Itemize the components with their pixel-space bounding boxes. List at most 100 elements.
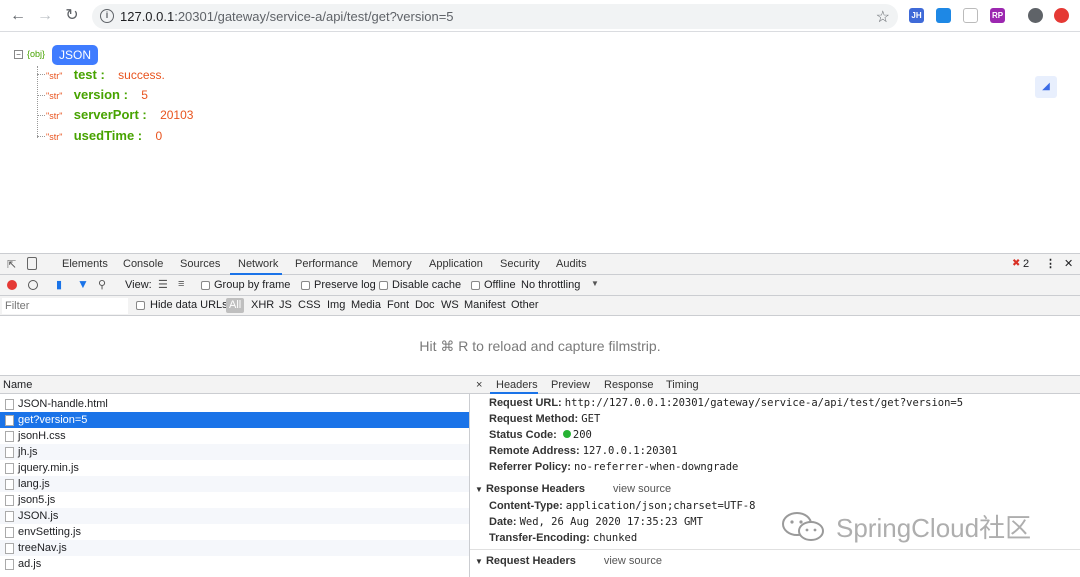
tab-response[interactable]: Response <box>604 379 654 391</box>
filter-type-xhr[interactable]: XHR <box>251 299 274 311</box>
request-headers-section[interactable]: ▼ Request Headers view source <box>475 555 662 567</box>
profile-avatar-icon[interactable] <box>1028 8 1043 23</box>
capture-screenshots-icon[interactable]: ▮ <box>56 278 62 291</box>
request-row[interactable]: envSetting.js <box>0 524 469 540</box>
filter-type-js[interactable]: JS <box>279 299 292 311</box>
filter-input[interactable] <box>2 298 128 314</box>
close-devtools-icon[interactable]: ✕ <box>1064 257 1073 270</box>
tab-timing[interactable]: Timing <box>666 379 699 391</box>
tab-console[interactable]: Console <box>123 258 163 270</box>
header-value[interactable]: Wed, 26 Aug 2020 17:35:23 GMT <box>520 516 703 528</box>
entry-value: success. <box>118 68 165 82</box>
large-rows-icon[interactable]: ☰ <box>158 278 168 291</box>
header-value[interactable]: no-referrer-when-downgrade <box>574 461 738 473</box>
close-detail-icon[interactable]: × <box>476 379 482 391</box>
response-headers-section[interactable]: ▼ Response Headers view source <box>475 483 671 495</box>
collapse-toggle-icon[interactable]: − <box>14 50 23 59</box>
address-bar[interactable]: i 127.0.0.1:20301/gateway/service-a/api/… <box>92 4 898 29</box>
view-source-link[interactable]: view source <box>613 483 671 495</box>
filter-type-manifest[interactable]: Manifest <box>464 299 506 311</box>
jh-extension-icon[interactable]: JH <box>909 8 924 23</box>
request-name: JSON.js <box>18 510 59 522</box>
json-entry[interactable]: "str" version : 5 <box>46 87 148 102</box>
request-row[interactable]: ad.js <box>0 556 469 572</box>
entry-type: "str" <box>46 91 63 101</box>
header-key: Date: <box>489 516 517 528</box>
disable-cache-checkbox[interactable] <box>379 281 388 290</box>
reload-icon[interactable]: ↻ <box>62 6 82 26</box>
link-extension-icon[interactable] <box>936 8 951 23</box>
filter-type-doc[interactable]: Doc <box>415 299 435 311</box>
tab-preview[interactable]: Preview <box>551 379 590 391</box>
request-row[interactable]: lang.js <box>0 476 469 492</box>
json-entry[interactable]: "str" usedTime : 0 <box>46 128 162 143</box>
update-menu-icon[interactable] <box>1054 8 1069 23</box>
tab-application[interactable]: Application <box>429 258 483 270</box>
chevron-down-icon[interactable]: ▼ <box>591 279 599 288</box>
tab-network[interactable]: Network <box>238 258 278 270</box>
clear-icon[interactable] <box>28 280 38 290</box>
view-source-link[interactable]: view source <box>604 555 662 567</box>
tab-headers[interactable]: Headers <box>496 379 538 391</box>
tab-memory[interactable]: Memory <box>372 258 412 270</box>
url-text[interactable]: 127.0.0.1:20301/gateway/service-a/api/te… <box>120 9 454 24</box>
request-row[interactable]: jh.js <box>0 444 469 460</box>
bookmark-star-icon[interactable]: ☆ <box>876 7 890 27</box>
tab-elements[interactable]: Elements <box>62 258 108 270</box>
offline-checkbox[interactable] <box>471 281 480 290</box>
device-toolbar-icon[interactable] <box>27 257 37 270</box>
inspect-element-icon[interactable]: ⇱ <box>7 258 16 271</box>
filter-type-css[interactable]: CSS <box>298 299 321 311</box>
filter-icon[interactable]: ▼ <box>77 277 89 291</box>
preserve-log-checkbox[interactable] <box>301 281 310 290</box>
entry-key: serverPort : <box>73 107 147 122</box>
filter-type-media[interactable]: Media <box>351 299 381 311</box>
header-value[interactable]: 127.0.0.1:20301 <box>583 445 678 457</box>
record-icon[interactable] <box>7 280 17 290</box>
request-row[interactable]: jsonH.css <box>0 428 469 444</box>
file-icon <box>5 527 14 538</box>
rp-extension-icon[interactable]: RP <box>990 8 1005 23</box>
back-icon[interactable]: ← <box>8 6 28 26</box>
filter-type-ws[interactable]: WS <box>441 299 459 311</box>
root-json-badge[interactable]: JSON <box>52 45 99 65</box>
json-entry[interactable]: "str" test : success. <box>46 67 165 82</box>
request-row-selected[interactable]: get?version=5 <box>0 412 469 428</box>
hide-data-urls-checkbox[interactable] <box>136 301 145 310</box>
header-value[interactable]: GET <box>581 413 600 425</box>
tab-security[interactable]: Security <box>500 258 540 270</box>
json-entry[interactable]: "str" serverPort : 20103 <box>46 107 193 122</box>
request-row[interactable]: JSON-handle.html <box>0 396 469 412</box>
group-by-frame-checkbox[interactable] <box>201 281 210 290</box>
error-count[interactable]: 2 <box>1023 258 1029 270</box>
corner-toggle-icon[interactable]: ◢ <box>1035 76 1057 98</box>
header-row: Status Code: 200 <box>489 429 592 441</box>
header-value[interactable]: application/json;charset=UTF-8 <box>566 500 756 512</box>
header-value[interactable]: http://127.0.0.1:20301/gateway/service-a… <box>565 397 963 409</box>
tab-audits[interactable]: Audits <box>556 258 587 270</box>
forward-icon[interactable]: → <box>35 6 55 26</box>
request-row[interactable]: treeNav.js <box>0 540 469 556</box>
filter-type-other[interactable]: Other <box>511 299 539 311</box>
name-column-header[interactable]: Name <box>3 379 32 391</box>
request-row[interactable]: json5.js <box>0 492 469 508</box>
tab-sources[interactable]: Sources <box>180 258 220 270</box>
error-icon[interactable]: ✖ <box>1012 258 1020 269</box>
info-icon[interactable]: i <box>100 9 114 23</box>
search-icon[interactable]: ⚲ <box>98 278 106 291</box>
filter-type-all[interactable]: All <box>226 298 245 313</box>
bird-extension-icon[interactable] <box>963 8 978 23</box>
header-key: Transfer-Encoding: <box>489 532 590 544</box>
request-name: jquery.min.js <box>18 462 79 474</box>
header-key: Content-Type: <box>489 500 563 512</box>
filter-type-img[interactable]: Img <box>327 299 345 311</box>
more-options-icon[interactable]: ⋮ <box>1045 257 1056 270</box>
header-value[interactable]: chunked <box>593 532 637 544</box>
request-row[interactable]: JSON.js <box>0 508 469 524</box>
waterfall-icon[interactable]: ≡ <box>178 278 184 290</box>
tab-performance[interactable]: Performance <box>295 258 358 270</box>
filter-type-font[interactable]: Font <box>387 299 409 311</box>
request-row[interactable]: jquery.min.js <box>0 460 469 476</box>
throttling-select[interactable]: No throttling <box>521 279 580 291</box>
header-value[interactable]: 200 <box>573 429 592 441</box>
